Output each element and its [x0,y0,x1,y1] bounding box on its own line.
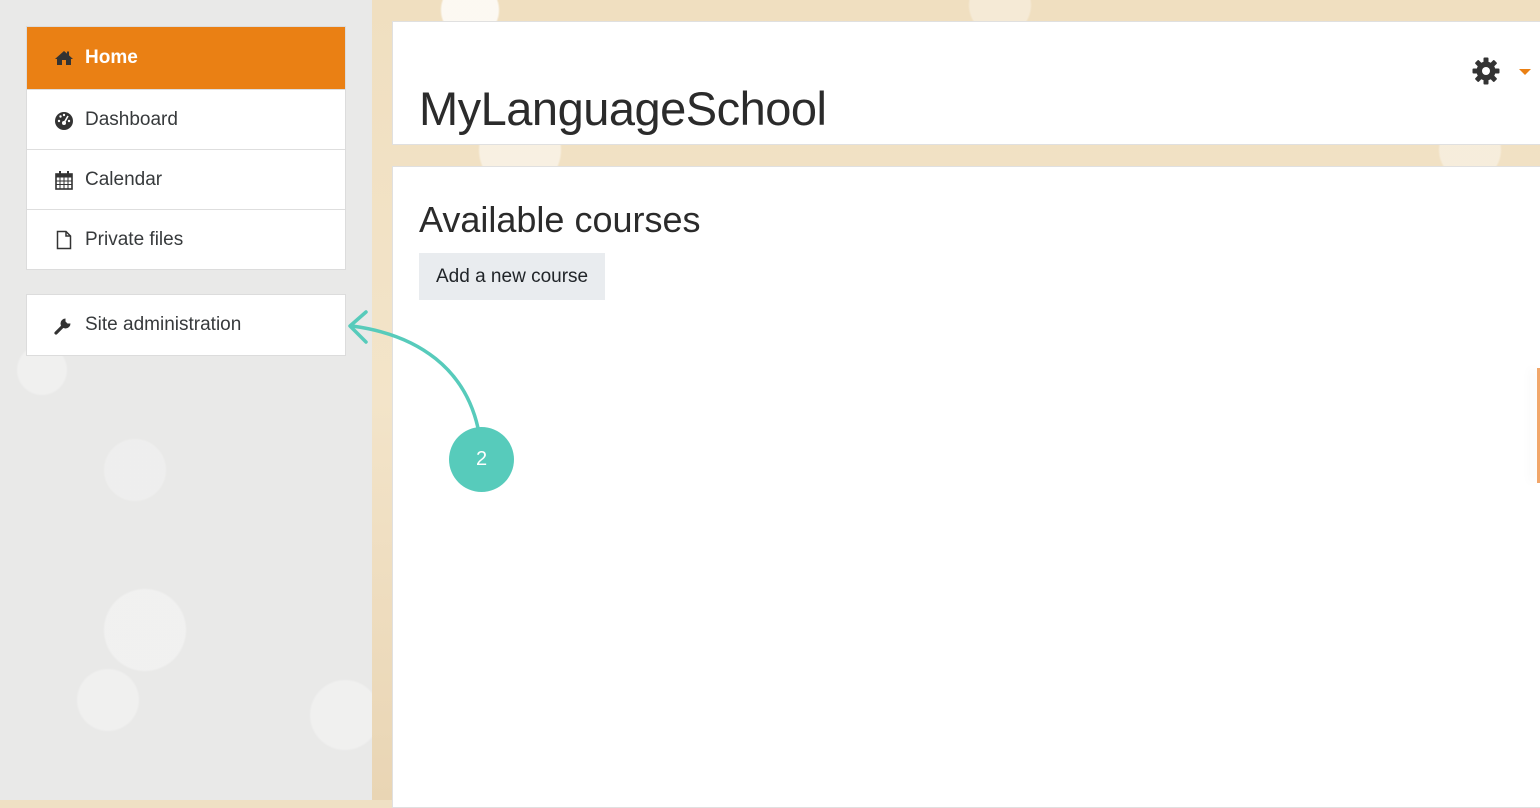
home-icon [53,47,75,69]
nav-item-dashboard[interactable]: Dashboard [27,89,345,149]
section-title: Available courses [419,199,701,240]
site-title: MyLanguageSchool [419,82,827,136]
add-course-button[interactable]: Add a new course [419,253,606,300]
nav-item-calendar-label: Calendar [85,168,163,190]
gear-icon[interactable] [1471,56,1501,86]
file-icon [53,229,75,251]
nav-item-site-administration[interactable]: Site administration [27,295,345,355]
nav-item-home[interactable]: Home [27,27,345,89]
calendar-icon [53,169,75,191]
dashboard-icon [53,109,75,131]
nav-item-home-label: Home [85,47,138,68]
nav-item-private-files-label: Private files [85,228,184,250]
page-header: MyLanguageSchool [392,21,1540,145]
nav-item-private-files[interactable]: Private files [27,209,345,269]
nav-item-calendar[interactable]: Calendar [27,149,345,209]
nav-item-site-administration-label: Site administration [85,314,242,335]
wrench-icon [53,314,75,336]
caret-down-icon[interactable] [1519,69,1531,75]
secondary-nav: Site administration [26,294,346,356]
primary-nav: Home Dashboard Calendar Private files [26,26,346,270]
main-content: Available courses Add a new course [392,166,1540,808]
step-badge: 2 [449,427,514,492]
nav-item-dashboard-label: Dashboard [85,108,178,130]
